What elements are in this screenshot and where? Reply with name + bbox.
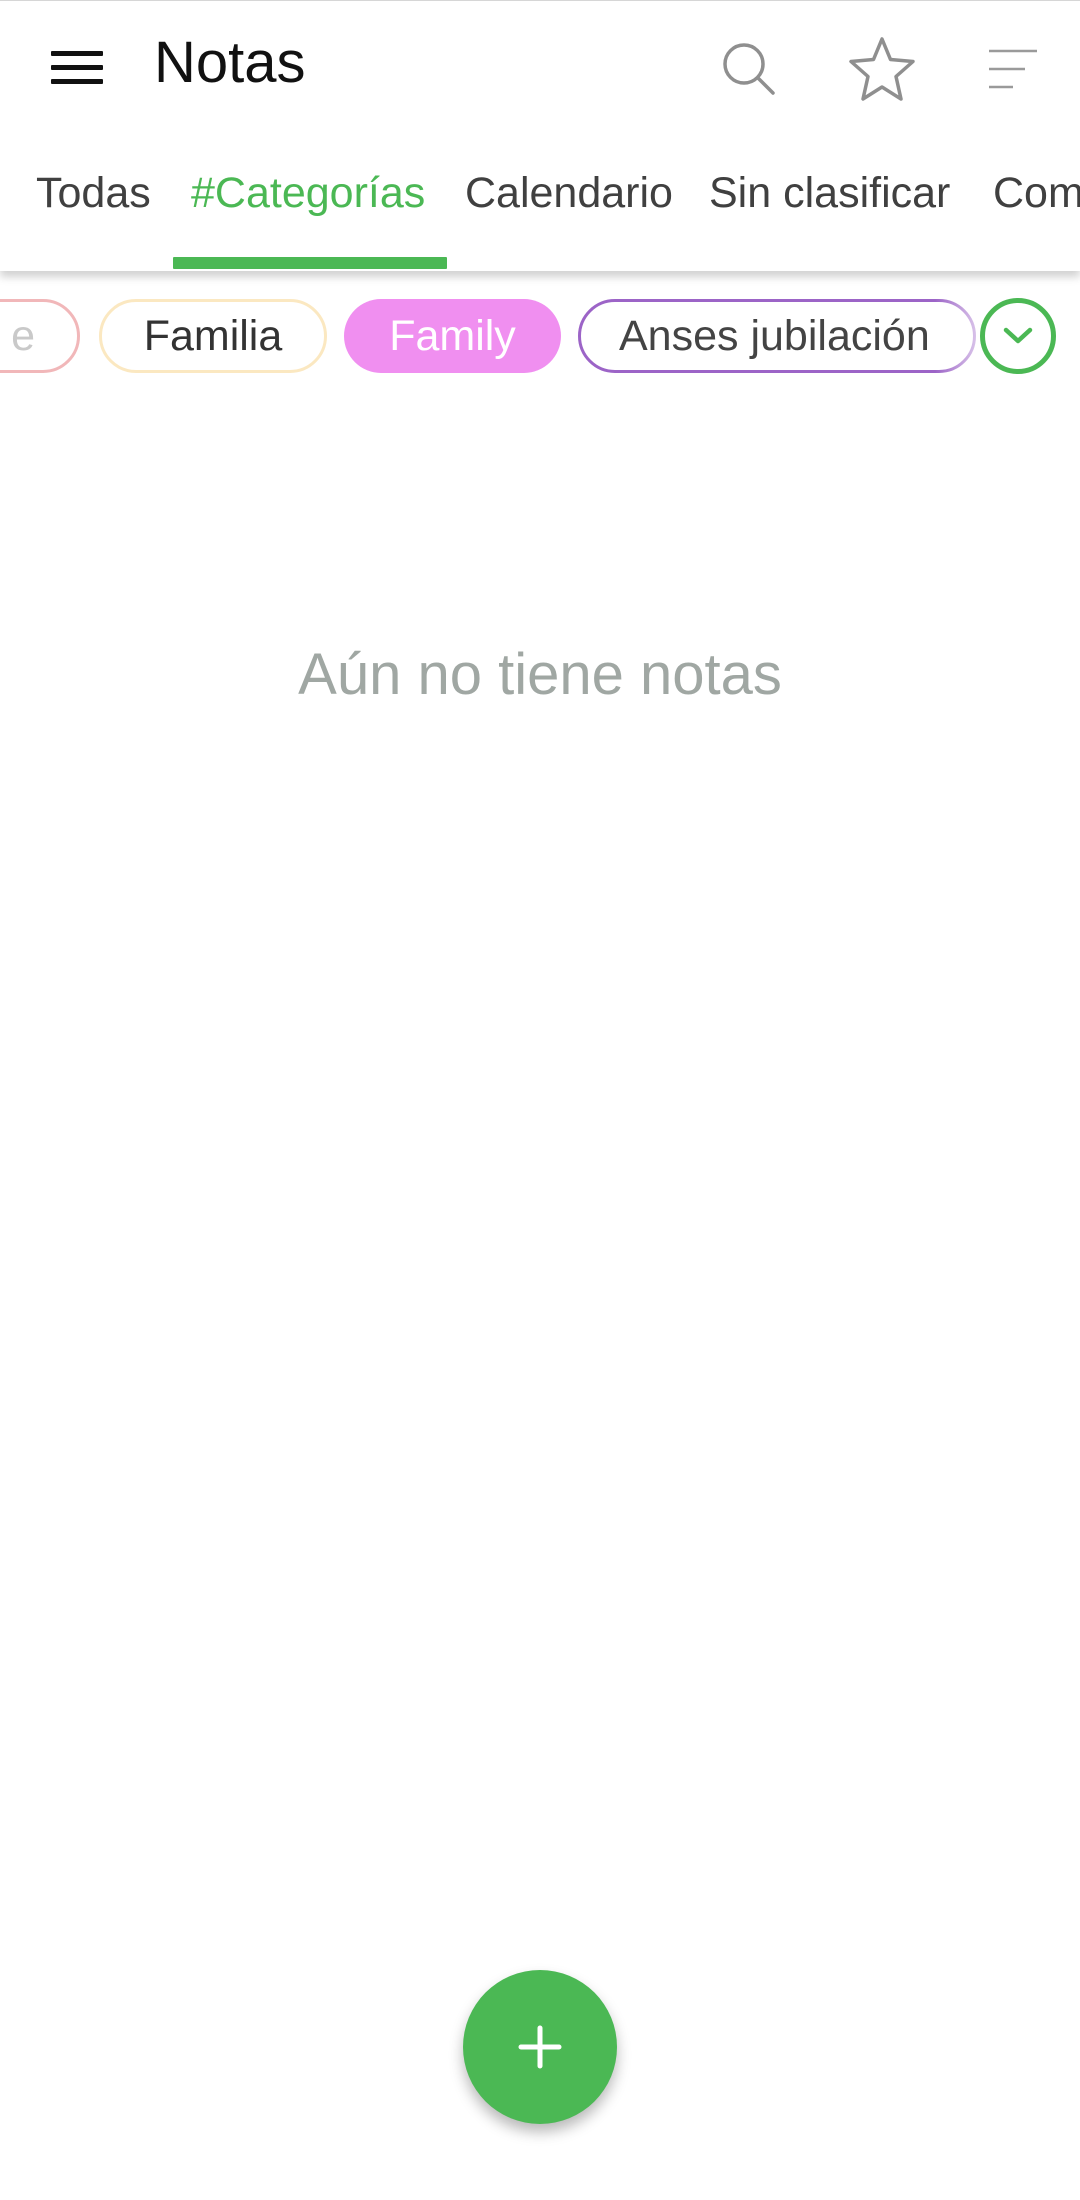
category-chip[interactable]: e (0, 299, 80, 373)
app-bar: Notas Todas #Categorías Calendario Sin c… (0, 0, 1080, 271)
tab-label: Todas (36, 169, 151, 217)
menu-button[interactable] (46, 37, 108, 99)
favorites-button[interactable] (844, 31, 920, 107)
chevron-down-icon (1003, 327, 1033, 344)
chip-label: e (11, 312, 35, 360)
category-chip-strip[interactable]: e Familia Family Anses jubilación (0, 287, 1080, 387)
plus-icon (518, 2025, 562, 2069)
tab-label: Sin clasificar (709, 169, 951, 217)
sort-icon (989, 49, 1037, 89)
chip-label: Anses jubilación (619, 312, 930, 360)
tab-label: #Categorías (191, 169, 426, 217)
chip-label: Familia (143, 312, 283, 360)
search-button[interactable] (711, 31, 787, 107)
star-icon (849, 37, 915, 101)
app-title: Notas (154, 30, 306, 95)
hamburger-menu-icon (51, 51, 103, 85)
category-chip-anses-jubilacion[interactable]: Anses jubilación (578, 299, 976, 373)
search-icon (723, 43, 775, 95)
category-chip-familia[interactable]: Familia (99, 299, 327, 373)
chip-label: Family (389, 312, 516, 360)
tab-label: Calendario (465, 169, 673, 217)
active-tab-indicator (173, 257, 447, 269)
empty-state-message: Aún no tiene notas (298, 642, 782, 707)
category-chip-family-selected[interactable]: Family (344, 299, 561, 373)
add-note-button[interactable] (463, 1970, 617, 2124)
expand-categories-button[interactable] (980, 298, 1056, 374)
sort-button[interactable] (975, 31, 1051, 107)
tab-bar: Todas #Categorías Calendario Sin clasifi… (0, 151, 1080, 271)
tab-label: Com (993, 169, 1080, 217)
